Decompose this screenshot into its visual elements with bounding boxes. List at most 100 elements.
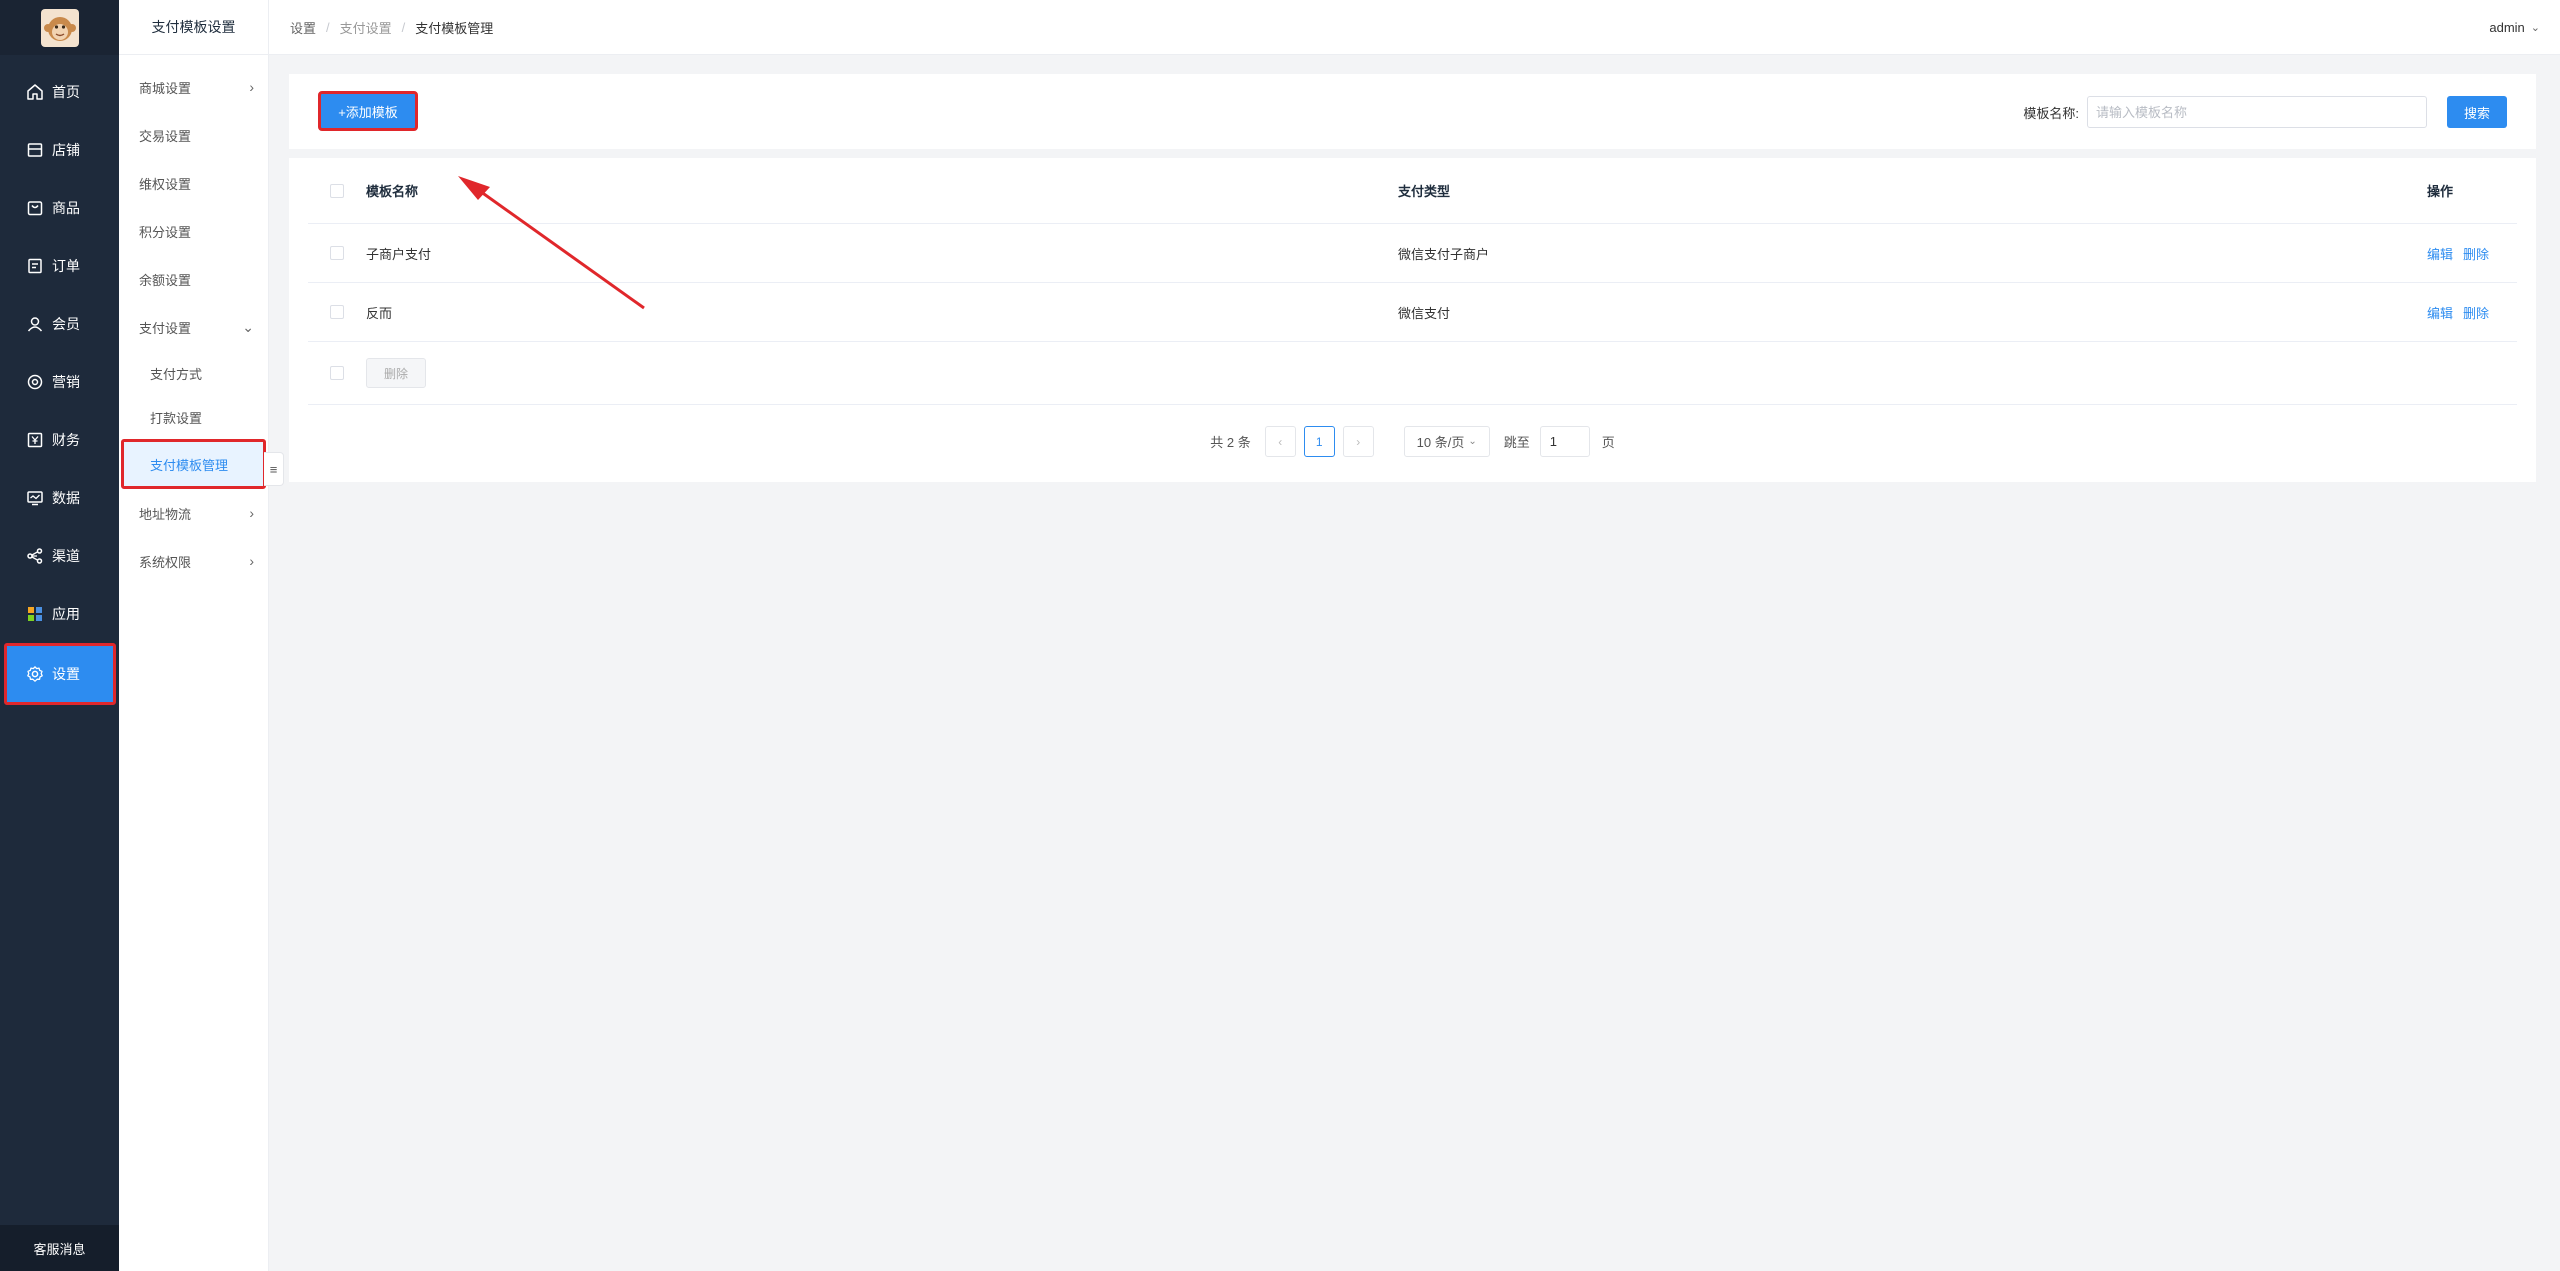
nav-item-goods[interactable]: 商品 (0, 179, 119, 237)
member-icon (26, 315, 44, 333)
chevron-right-icon: › (249, 505, 254, 521)
edit-link[interactable]: 编辑 (2427, 303, 2453, 322)
table-footer-row: 删除 (308, 342, 2517, 405)
subnav-item-address-logistics[interactable]: 地址物流 › (119, 489, 268, 537)
nav-item-label: 订单 (52, 258, 80, 274)
page-size-value: 10 条/页 (1416, 435, 1465, 450)
payment-type-cell: 微信支付子商户 (1398, 246, 1490, 262)
settings-icon (26, 665, 44, 683)
table-row: 反而 微信支付 编辑 删除 (308, 283, 2517, 342)
breadcrumb-separator: / (326, 19, 330, 35)
sidebar-collapse-handle[interactable]: ≡ (264, 452, 284, 486)
template-name-input[interactable] (2087, 96, 2427, 128)
page-size-select[interactable]: 10 条/页 ⌄ (1403, 426, 1490, 457)
chevron-right-icon: › (249, 79, 254, 95)
nav-item-channel[interactable]: 渠道 (0, 527, 119, 585)
row-check-cell (308, 305, 366, 319)
store-icon (26, 141, 44, 159)
chevron-right-icon: › (249, 553, 254, 569)
user-menu[interactable]: admin ⌄ (2489, 20, 2540, 35)
subnav-title: 支付模板设置 (119, 0, 268, 55)
edit-link[interactable]: 编辑 (2427, 244, 2453, 263)
subnav-child-payout-settings[interactable]: 打款设置 (119, 395, 268, 439)
marketing-icon (26, 373, 44, 391)
nav-item-label: 应用 (52, 606, 80, 622)
nav-item-data[interactable]: 数据 (0, 469, 119, 527)
footer-check-cell (308, 366, 366, 380)
template-table: 模板名称 支付类型 操作 子商户支付 微信支付子商户 编辑 删除 反而 微信支付… (308, 158, 2517, 405)
select-all-checkbox[interactable] (330, 183, 344, 198)
customer-service-messages[interactable]: 客服消息 (0, 1225, 119, 1271)
primary-nav-list: 首页 店铺 商品 订单 会员 营销 财务 数据 渠道 应用 设置 (0, 63, 119, 705)
apps-icon (26, 605, 44, 623)
nav-item-marketing[interactable]: 营销 (0, 353, 119, 411)
column-header-name: 模板名称 (366, 184, 419, 199)
column-header-type: 支付类型 (1398, 184, 1451, 199)
nav-item-label: 首页 (52, 84, 80, 100)
column-header-actions: 操作 (2427, 184, 2454, 199)
table-row: 子商户支付 微信支付子商户 编辑 删除 (308, 224, 2517, 283)
nav-item-label: 营销 (52, 374, 80, 390)
subnav-item-rights-settings[interactable]: 维权设置 (119, 159, 268, 207)
row-checkbox[interactable] (330, 305, 344, 319)
subnav-child-payment-template[interactable]: 支付模板管理 (121, 439, 266, 489)
search-button[interactable]: 搜索 (2447, 96, 2507, 128)
subnav-item-points-settings[interactable]: 积分设置 (119, 207, 268, 255)
nav-item-label: 设置 (52, 666, 80, 682)
search-label: 模板名称: (2023, 105, 2079, 121)
nav-item-settings[interactable]: 设置 (4, 643, 116, 705)
select-all-cell (308, 183, 366, 198)
primary-sidebar: 首页 店铺 商品 订单 会员 营销 财务 数据 渠道 应用 设置 客服消息 (0, 0, 119, 1271)
jump-page-input[interactable] (1539, 426, 1590, 457)
delete-link[interactable]: 删除 (2463, 244, 2489, 263)
toolbar-panel: +添加模板 模板名称: 搜索 (289, 74, 2536, 149)
actions-cell: 编辑 删除 (2427, 244, 2517, 263)
breadcrumb-item[interactable]: 设置 (290, 18, 316, 37)
goods-icon (26, 199, 44, 217)
avatar[interactable] (40, 8, 79, 47)
pagination-total: 共 2 条 (1210, 435, 1251, 450)
subnav-item-mall-settings[interactable]: 商城设置 › (119, 63, 268, 111)
add-template-button[interactable]: +添加模板 (318, 91, 418, 131)
footer-checkbox[interactable] (330, 366, 344, 380)
subnav-item-trade-settings[interactable]: 交易设置 (119, 111, 268, 159)
nav-item-home[interactable]: 首页 (0, 63, 119, 121)
prev-page-button[interactable]: ‹ (1264, 426, 1296, 457)
actions-cell: 编辑 删除 (2427, 303, 2517, 322)
subnav-item-balance-settings[interactable]: 余额设置 (119, 255, 268, 303)
breadcrumb-item[interactable]: 支付设置 (340, 18, 392, 37)
nav-item-member[interactable]: 会员 (0, 295, 119, 353)
subnav-item-label: 交易设置 (139, 128, 192, 144)
nav-item-store[interactable]: 店铺 (0, 121, 119, 179)
data-icon (26, 489, 44, 507)
top-header: 设置 / 支付设置 / 支付模板管理 admin ⌄ (269, 0, 2560, 55)
subnav-item-payment-settings[interactable]: 支付设置 ⌄ (119, 303, 268, 351)
row-checkbox[interactable] (330, 246, 344, 260)
breadcrumb-separator: / (401, 19, 406, 35)
pagination: 共 2 条 ‹ 1 › 10 条/页 ⌄ 跳至 页 (289, 426, 2536, 457)
next-page-button[interactable]: › (1342, 426, 1374, 457)
home-icon (26, 83, 44, 101)
page-number-button[interactable]: 1 (1303, 426, 1335, 457)
nav-item-finance[interactable]: 财务 (0, 411, 119, 469)
nav-item-order[interactable]: 订单 (0, 237, 119, 295)
subnav-child-label: 打款设置 (150, 410, 203, 426)
nav-item-label: 财务 (52, 432, 80, 448)
nav-item-label: 店铺 (52, 142, 80, 158)
channel-icon (26, 547, 44, 565)
menu-icon: ≡ (269, 461, 278, 477)
order-icon (26, 257, 44, 275)
nav-item-apps[interactable]: 应用 (0, 585, 119, 643)
avatar-icon (40, 8, 79, 47)
subnav-item-label: 支付设置 (139, 320, 192, 336)
subnav-child-payment-methods[interactable]: 支付方式 (119, 351, 268, 395)
subnav-item-system-permissions[interactable]: 系统权限 › (119, 537, 268, 585)
delete-link[interactable]: 删除 (2463, 303, 2489, 322)
secondary-sidebar: 支付模板设置 商城设置 › 交易设置 维权设置 积分设置 余额设置 支付设置 ⌄… (119, 0, 269, 1271)
nav-item-label: 商品 (52, 200, 80, 216)
table-header-row: 模板名称 支付类型 操作 (308, 158, 2517, 224)
finance-icon (26, 431, 44, 449)
subnav-item-label: 积分设置 (139, 224, 192, 240)
batch-delete-button[interactable]: 删除 (366, 358, 426, 388)
chevron-down-icon: ⌄ (2530, 21, 2540, 34)
